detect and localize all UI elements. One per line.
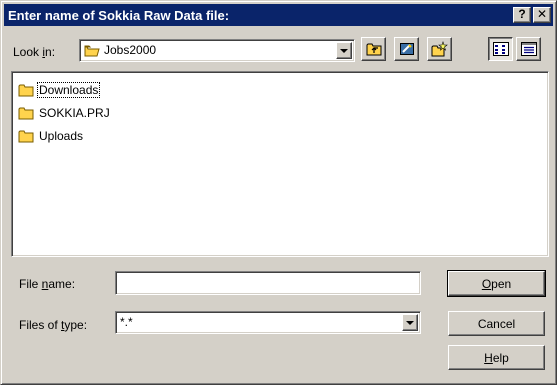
- list-view-button[interactable]: [488, 37, 513, 61]
- file-name: Downloads: [36, 82, 101, 98]
- folder-icon: [18, 129, 35, 143]
- folder-icon: [84, 44, 100, 57]
- cancel-button[interactable]: Cancel: [448, 311, 545, 336]
- file-list[interactable]: Downloads SOKKIA.PRJ Uploads: [11, 71, 549, 257]
- folder-icon: [18, 83, 35, 97]
- open-button[interactable]: Open: [447, 270, 546, 297]
- help-title-button[interactable]: ?: [513, 7, 531, 23]
- dialog-title: Enter name of Sokkia Raw Data file:: [8, 7, 230, 23]
- list-item[interactable]: Uploads: [18, 127, 84, 145]
- look-in-dropdown[interactable]: Jobs2000: [79, 39, 355, 62]
- files-of-type-dropdown[interactable]: *.*: [115, 311, 421, 334]
- question-icon: ?: [518, 7, 526, 21]
- list-item[interactable]: SOKKIA.PRJ: [18, 104, 111, 122]
- file-name: SOKKIA.PRJ: [39, 106, 110, 120]
- new-folder-icon: [431, 41, 448, 57]
- chevron-down-icon[interactable]: [402, 314, 418, 331]
- close-icon: ✕: [536, 7, 548, 21]
- files-of-type-value: *.*: [120, 315, 133, 329]
- folder-icon: [18, 106, 35, 120]
- list-item[interactable]: Downloads: [18, 81, 101, 99]
- close-button[interactable]: ✕: [533, 7, 551, 23]
- chevron-down-icon[interactable]: [336, 42, 352, 59]
- files-of-type-label: Files of type:: [19, 318, 88, 332]
- title-bar[interactable]: Enter name of Sokkia Raw Data file: ? ✕: [4, 4, 553, 26]
- look-in-label: Look in:: [13, 45, 56, 59]
- help-button[interactable]: Help: [448, 345, 545, 370]
- file-name-label: File name:: [19, 277, 76, 291]
- desktop-button[interactable]: [394, 37, 419, 61]
- file-name: Uploads: [39, 129, 84, 143]
- look-in-value: Jobs2000: [104, 43, 157, 57]
- create-new-folder-button[interactable]: [427, 37, 452, 61]
- details-view-button[interactable]: [516, 37, 541, 61]
- desktop-icon: [399, 43, 414, 55]
- folder-up-icon: [366, 43, 381, 56]
- save-dialog: Enter name of Sokkia Raw Data file: ? ✕ …: [0, 0, 557, 385]
- list-icon: [492, 42, 509, 56]
- up-one-level-button[interactable]: [361, 37, 386, 61]
- details-icon: [520, 42, 537, 56]
- file-name-input[interactable]: [115, 271, 421, 295]
